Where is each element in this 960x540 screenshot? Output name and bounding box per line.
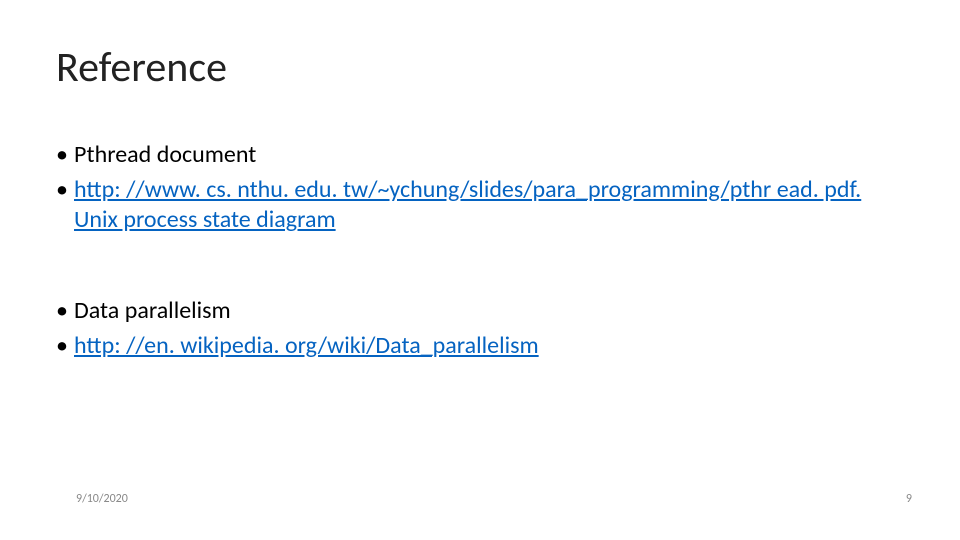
slide-body: Pthread document http: //www. cs. nthu. … [56, 140, 904, 366]
bullet-item: http: //www. cs. nthu. edu. tw/~ychung/s… [56, 175, 904, 236]
bullet-item: http: //en. wikipedia. org/wiki/Data_par… [56, 331, 904, 362]
reference-link[interactable]: http: //en. wikipedia. org/wiki/Data_par… [74, 331, 539, 360]
bullet-text: Data parallelism [74, 296, 231, 325]
bullet-text: Pthread document [74, 140, 256, 169]
bullet-item: Data parallelism [56, 296, 904, 327]
spacer [56, 240, 904, 296]
bullet-list-1: Pthread document http: //www. cs. nthu. … [56, 140, 904, 236]
bullet-item: Pthread document [56, 140, 904, 171]
footer-date: 9/10/2020 [76, 492, 128, 506]
slide: Reference Pthread document http: //www. … [0, 0, 960, 540]
reference-link[interactable]: http: //www. cs. nthu. edu. tw/~ychung/s… [74, 175, 861, 235]
bullet-list-2: Data parallelism http: //en. wikipedia. … [56, 296, 904, 361]
slide-title: Reference [56, 42, 227, 93]
footer-page-number: 9 [906, 492, 912, 506]
